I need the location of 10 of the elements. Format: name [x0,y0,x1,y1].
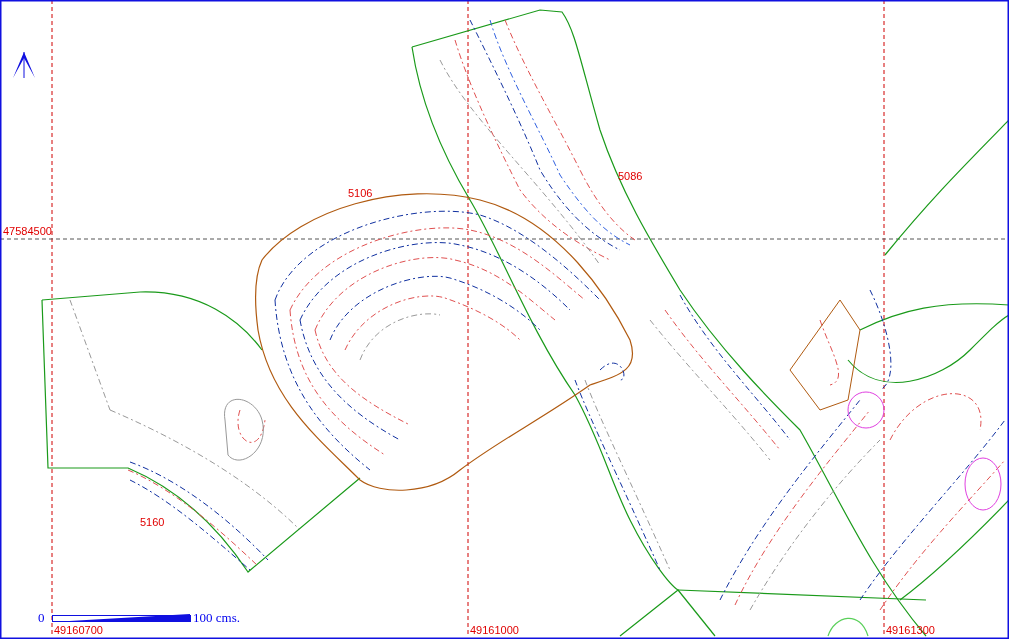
scale-start-label: 0 [38,610,45,625]
grid-coordinate-label: 47584500 [3,225,52,237]
parcel-label: 5086 [618,170,643,182]
parcel-label: 5160 [140,516,165,528]
parcel-label: 5106 [348,187,373,199]
scale-bar-icon [52,614,191,622]
scale-end-label: 100 cms. [193,610,240,625]
grid-coordinate-label: 49160700 [54,624,103,636]
grid-coordinate-label: 49161000 [470,624,519,636]
north-arrow-icon [13,51,35,79]
